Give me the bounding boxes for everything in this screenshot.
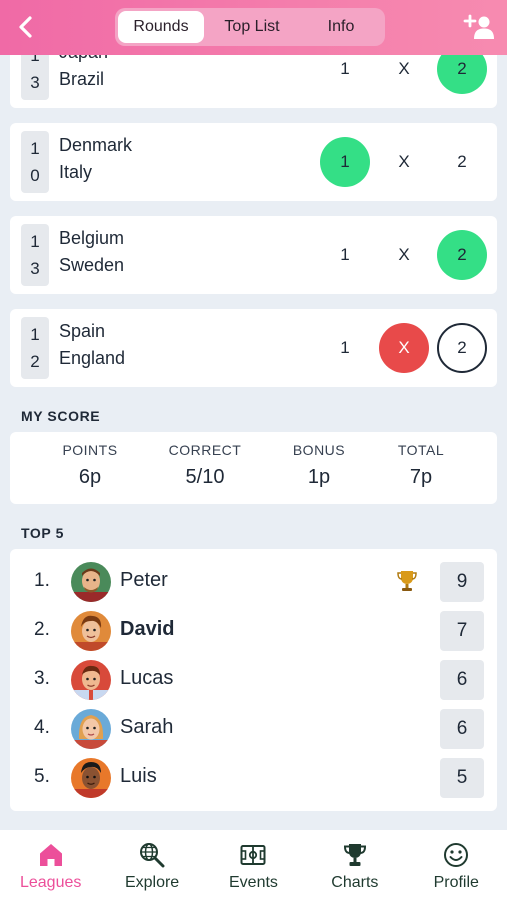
player-name: Lucas — [120, 667, 174, 689]
match-score: 1 2 — [21, 317, 49, 379]
player-name: Luis — [120, 765, 157, 787]
my-score-title: MY SCORE — [21, 408, 101, 424]
option-home-win[interactable]: 1 — [320, 230, 370, 280]
stat-label: CORRECT — [168, 442, 242, 458]
away-team: Brazil — [59, 69, 105, 89]
smiley-icon — [444, 843, 469, 867]
away-team: England — [59, 348, 126, 368]
home-icon — [39, 844, 62, 866]
home-score: 1 — [30, 232, 40, 251]
avatar — [71, 758, 111, 798]
bottom-nav: Leagues Explore Events Charts Profile — [0, 830, 507, 900]
match-score: 1 0 — [21, 131, 49, 193]
player-points: 7 — [440, 611, 484, 651]
away-score: 0 — [30, 166, 40, 185]
nav-events[interactable]: Events — [203, 830, 303, 900]
player-points: 9 — [440, 562, 484, 602]
stat-points: POINTS 6p — [30, 442, 150, 489]
rank: 5. — [34, 766, 50, 787]
option-draw[interactable]: X — [379, 137, 429, 187]
option-draw[interactable]: X — [379, 323, 429, 373]
leaderboard-row[interactable]: 3. Lucas 6 — [10, 658, 497, 702]
player-name: Peter — [120, 569, 168, 591]
chevron-left-icon[interactable] — [14, 14, 38, 40]
nav-leagues[interactable]: Leagues — [1, 830, 101, 900]
trophy-icon — [397, 571, 417, 591]
avatar — [71, 562, 111, 602]
option-draw[interactable]: X — [379, 230, 429, 280]
player-points: 6 — [440, 660, 484, 700]
home-score: 1 — [30, 139, 40, 158]
option-home-win[interactable]: 1 — [320, 137, 370, 187]
home-team: Spain — [59, 321, 106, 341]
stat-correct: CORRECT 5/10 — [145, 442, 265, 489]
leaderboard-row[interactable]: 5. Luis 5 — [10, 756, 497, 800]
away-score: 3 — [30, 259, 40, 278]
stat-value: 5/10 — [185, 466, 225, 488]
trophy-icon — [343, 844, 366, 866]
player-name: David — [120, 618, 175, 640]
player-name: Sarah — [120, 716, 174, 738]
globe-search-icon — [140, 843, 165, 868]
away-score: 2 — [30, 352, 40, 371]
nav-label: Events — [229, 874, 278, 891]
top-bar: Rounds Top List Info — [0, 0, 507, 55]
view-tabs: Rounds Top List Info — [115, 8, 385, 46]
stat-label: TOTAL — [397, 442, 445, 458]
option-away-win[interactable]: 2 — [437, 323, 487, 373]
leaderboard-row[interactable]: 1. Peter 9 — [10, 560, 497, 604]
match-card: 1 3 Belgium Sweden 1 X 2 — [10, 216, 497, 294]
stat-label: POINTS — [62, 442, 118, 458]
match-teams: Belgium Sweden — [59, 225, 124, 279]
stat-value: 7p — [409, 466, 433, 488]
stat-value: 6p — [78, 466, 102, 488]
rank: 1. — [34, 570, 50, 591]
match-score: 1 3 — [21, 224, 49, 286]
top5-card: 1. Peter 9 2. David 7 3. Lucas 6 4. Sara… — [10, 549, 497, 811]
match-teams: Spain England — [59, 318, 125, 372]
nav-profile[interactable]: Profile — [406, 830, 506, 900]
match-card: 1 2 Spain England 1 X 2 — [10, 309, 497, 387]
football-field-icon — [240, 845, 266, 865]
stat-total: TOTAL 7p — [361, 442, 481, 489]
rank: 4. — [34, 717, 50, 738]
leaderboard-row[interactable]: 2. David 7 — [10, 609, 497, 653]
option-away-win[interactable]: 2 — [437, 230, 487, 280]
player-points: 5 — [440, 758, 484, 798]
away-team: Sweden — [59, 255, 125, 275]
rank: 3. — [34, 668, 50, 689]
nav-label: Profile — [433, 874, 479, 891]
nav-explore[interactable]: Explore — [102, 830, 202, 900]
match-card: 1 0 Denmark Italy 1 X 2 — [10, 123, 497, 201]
match-teams: Denmark Italy — [59, 132, 132, 186]
nav-label: Explore — [124, 874, 180, 891]
tab-rounds[interactable]: Rounds — [118, 11, 204, 43]
option-home-win[interactable]: 1 — [320, 323, 370, 373]
my-score-card: POINTS 6p CORRECT 5/10 BONUS 1p TOTAL 7p — [10, 432, 497, 504]
tab-top-list[interactable]: Top List — [204, 11, 300, 43]
rank: 2. — [34, 619, 50, 640]
home-score: 1 — [30, 325, 40, 344]
add-user-icon[interactable] — [463, 14, 495, 40]
home-team: Belgium — [59, 228, 125, 248]
option-away-win[interactable]: 2 — [437, 137, 487, 187]
nav-charts[interactable]: Charts — [305, 830, 405, 900]
nav-label: Charts — [331, 874, 379, 891]
home-team: Denmark — [59, 135, 133, 155]
avatar — [71, 709, 111, 749]
player-points: 6 — [440, 709, 484, 749]
avatar — [71, 611, 111, 651]
tab-info[interactable]: Info — [300, 11, 382, 43]
avatar — [71, 660, 111, 700]
away-score: 3 — [30, 73, 40, 92]
nav-label: Leagues — [19, 874, 82, 891]
leaderboard-row[interactable]: 4. Sarah 6 — [10, 707, 497, 751]
top5-title: TOP 5 — [21, 525, 64, 541]
away-team: Italy — [59, 162, 93, 182]
